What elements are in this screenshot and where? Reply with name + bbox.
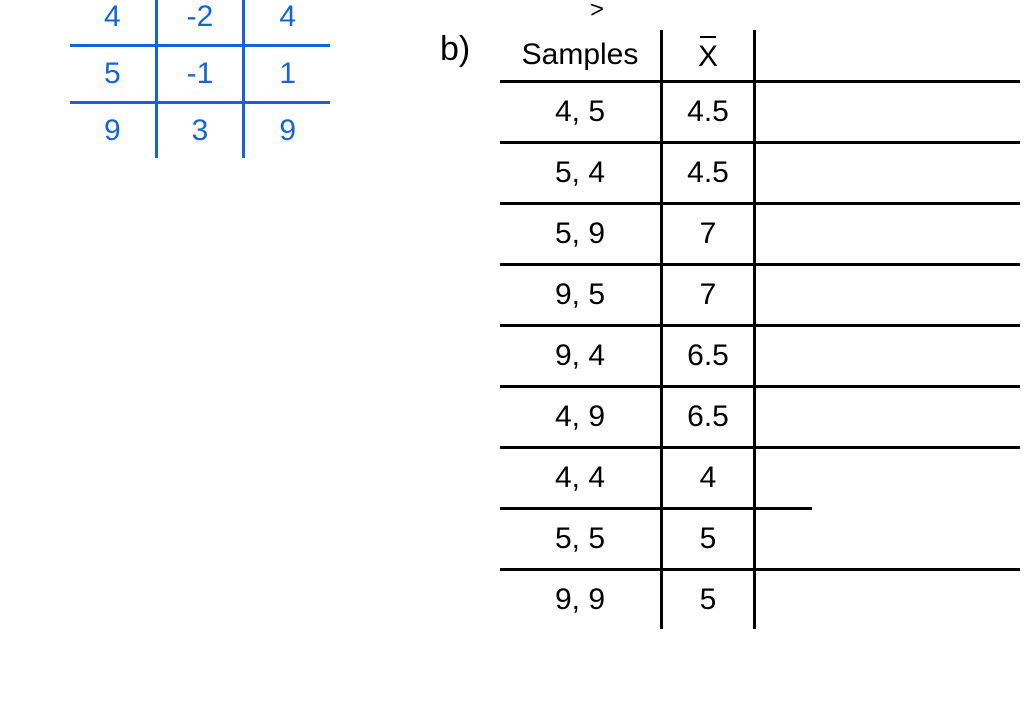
sample-cell: 9, 4	[500, 327, 663, 385]
xbar-cell: 4.5	[663, 83, 756, 141]
col-header-samples: Samples	[500, 30, 663, 80]
grid-cell: 4	[70, 0, 158, 44]
grid-cell: -2	[158, 0, 246, 44]
table-row: 5, 5 5	[500, 510, 1020, 571]
stray-mark: >	[589, 0, 605, 24]
sample-cell: 5, 5	[500, 510, 663, 568]
sample-cell: 5, 9	[500, 205, 663, 263]
grid-cell: 5	[70, 47, 158, 101]
table-row: 9, 9 5	[500, 571, 1020, 629]
table-row: 4, 4 4	[500, 449, 812, 510]
xbar-cell: 7	[663, 205, 756, 263]
xbar-cell: 5	[663, 571, 756, 629]
table-row: 5, 9 7	[500, 205, 1020, 266]
xbar-cell: 6.5	[663, 327, 756, 385]
grid-row: 4 -2 4	[70, 0, 330, 47]
grid-cell: 3	[158, 104, 246, 158]
xbar-cell: 4.5	[663, 144, 756, 202]
sample-cell: 5, 4	[500, 144, 663, 202]
sample-cell: 9, 5	[500, 266, 663, 324]
left-blue-grid: 4 -2 4 5 -1 1 9 3 9	[70, 0, 330, 158]
grid-cell: -1	[158, 47, 246, 101]
xbar-cell: 6.5	[663, 388, 756, 446]
table-row: 4, 5 4.5	[500, 83, 1020, 144]
xbar-cell: 7	[663, 266, 756, 324]
xbar-cell: 4	[663, 449, 756, 507]
grid-cell: 9	[70, 104, 158, 158]
sample-cell: 4, 4	[500, 449, 663, 507]
col-header-xbar: X	[663, 30, 756, 80]
grid-cell: 9	[245, 104, 330, 158]
table-row: 4, 9 6.5	[500, 388, 1020, 449]
grid-cell: 4	[245, 0, 330, 44]
table-row: 9, 5 7	[500, 266, 1020, 327]
sample-cell: 4, 9	[500, 388, 663, 446]
sample-cell: 9, 9	[500, 571, 663, 629]
grid-row: 9 3 9	[70, 104, 330, 158]
sample-cell: 4, 5	[500, 83, 663, 141]
part-label-b: b)	[440, 30, 470, 69]
samples-table: Samples X 4, 5 4.5 5, 4 4.5 5, 9 7 9, 5 …	[500, 30, 1020, 629]
grid-row: 5 -1 1	[70, 47, 330, 104]
col-header-empty	[756, 30, 1020, 80]
grid-cell: 1	[245, 47, 330, 101]
table-row: 5, 4 4.5	[500, 144, 1020, 205]
table-row: 9, 4 6.5	[500, 327, 1020, 388]
table-header: Samples X	[500, 30, 1020, 83]
xbar-cell: 5	[663, 510, 756, 568]
